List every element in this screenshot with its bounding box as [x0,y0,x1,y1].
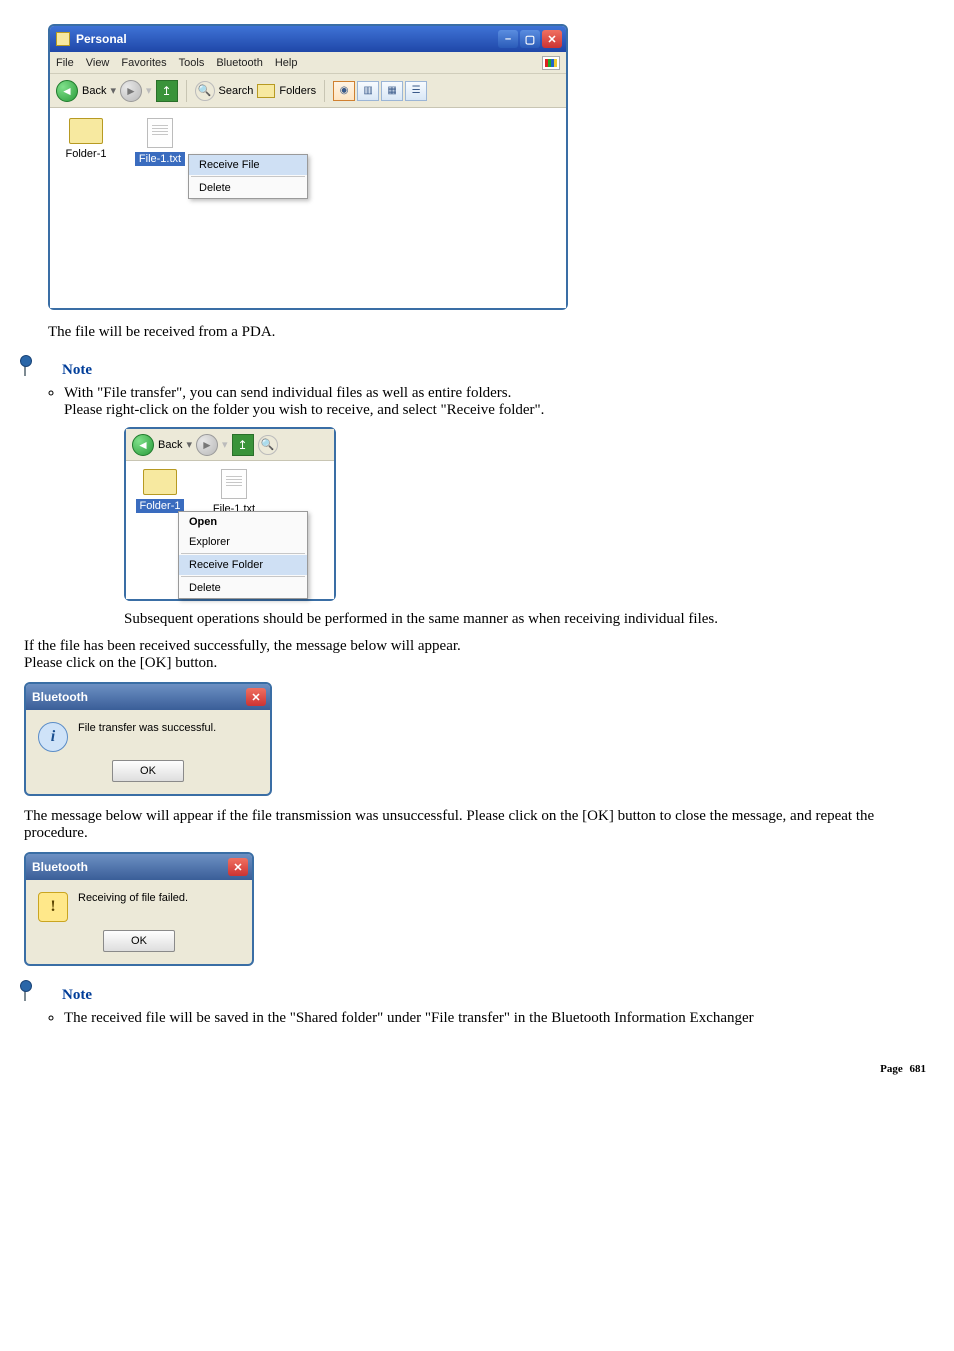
context-menu: Receive File Delete [188,154,308,199]
close-button[interactable]: ✕ [228,858,248,876]
view-btn-2[interactable]: ▥ [357,81,379,101]
menu-bar: File View Favorites Tools Bluetooth Help [50,52,566,74]
item-label: File-1.txt [135,152,185,166]
note-list: With "File transfer", you can send indiv… [64,385,930,628]
file-icon [221,469,247,499]
titlebar: Personal – ▢ ✕ [50,26,566,52]
file-list: Folder-1 Open Explorer Receive Folder De… [126,461,334,599]
list-item[interactable]: Folder-1 [62,118,110,160]
ok-button[interactable]: OK [112,760,184,782]
menu-item-receive-file[interactable]: Receive File [189,155,307,175]
note-text: With "File transfer", you can send indiv… [64,385,511,401]
menu-item-explorer[interactable]: Explorer [179,532,307,552]
menu-item[interactable]: File [56,57,74,69]
search-icon[interactable]: 🔍 [195,81,215,101]
toolbar: ◄ Back ▾ ► ▾ ↥ 🔍 [126,429,334,461]
menu-item-receive-folder[interactable]: Receive Folder [179,555,307,575]
view-btn-1[interactable]: ◉ [333,81,355,101]
dialog-title: Bluetooth [32,690,88,704]
close-button[interactable]: ✕ [542,30,562,48]
note-heading: Note [24,984,930,1006]
note-list-item: The received file will be saved in the "… [64,1010,930,1027]
note-label: Note [62,362,92,379]
back-button[interactable]: ◄ [56,80,78,102]
note-icon [24,359,52,381]
note-icon [24,984,52,1006]
windows-flag-icon [542,56,560,70]
ok-button[interactable]: OK [103,930,175,952]
folder-icon [69,118,103,144]
folder-icon [56,32,70,46]
menu-item[interactable]: View [86,57,110,69]
note-label: Note [62,987,92,1004]
forward-button[interactable]: ► [196,434,218,456]
titlebar: Bluetooth ✕ [26,684,270,710]
search-icon[interactable]: 🔍 [258,435,278,455]
close-button[interactable]: ✕ [246,688,266,706]
window-title: Personal [76,32,127,46]
maximize-button[interactable]: ▢ [520,30,540,48]
item-label: Folder-1 [66,148,107,160]
note-text: Please right-click on the folder you wis… [64,402,544,418]
paragraph: If the file has been received successful… [24,638,930,672]
up-button[interactable]: ↥ [232,434,254,456]
menu-item-open[interactable]: Open [179,512,307,532]
dialog-message: Receiving of file failed. [78,892,188,904]
menu-item-delete[interactable]: Delete [189,178,307,198]
list-item[interactable]: Folder-1 Open Explorer Receive Folder De… [136,469,184,513]
forward-button[interactable]: ► [120,80,142,102]
explorer-small-window: ◄ Back ▾ ► ▾ ↥ 🔍 Folder-1 Open Explorer [124,427,336,601]
dialog-success: Bluetooth ✕ i File transfer was successf… [24,682,272,796]
search-label[interactable]: Search [219,85,254,97]
page-footer: Page 681 [24,1063,930,1075]
page-label: Page [880,1063,903,1075]
view-buttons: ◉ ▥ ▦ ☰ [333,81,427,101]
back-button[interactable]: ◄ [132,434,154,456]
menu-item[interactable]: Help [275,57,298,69]
paragraph: The file will be received from a PDA. [48,324,930,341]
warning-icon: ! [38,892,68,922]
page-number: 681 [910,1063,927,1075]
list-item[interactable]: File-1.txt [210,469,258,515]
list-item[interactable]: File-1.txt Receive File Delete [136,118,184,166]
note-heading: Note [24,359,930,381]
back-label: Back [158,439,182,451]
view-btn-4[interactable]: ☰ [405,81,427,101]
dialog-message: File transfer was successful. [78,722,216,734]
dialog-fail: Bluetooth ✕ ! Receiving of file failed. … [24,852,254,966]
view-btn-3[interactable]: ▦ [381,81,403,101]
minimize-button[interactable]: – [498,30,518,48]
menu-item-delete[interactable]: Delete [179,578,307,598]
folders-icon[interactable] [257,84,275,98]
file-icon [147,118,173,148]
menu-item[interactable]: Bluetooth [216,57,262,69]
paragraph: The message below will appear if the fil… [24,808,930,842]
back-label: Back [82,85,106,97]
folder-icon [143,469,177,495]
dialog-title: Bluetooth [32,860,88,874]
context-menu: Open Explorer Receive Folder Delete [178,511,308,599]
toolbar: ◄ Back ▾ ► ▾ ↥ 🔍 Search Folders ◉ ▥ ▦ ☰ [50,74,566,108]
titlebar: Bluetooth ✕ [26,854,252,880]
explorer-window: Personal – ▢ ✕ File View Favorites Tools… [48,24,568,310]
paragraph: Subsequent operations should be performe… [124,611,930,628]
up-button[interactable]: ↥ [156,80,178,102]
menu-item[interactable]: Tools [179,57,205,69]
folders-label[interactable]: Folders [279,85,316,97]
menu-item[interactable]: Favorites [121,57,166,69]
note-list: The received file will be saved in the "… [64,1010,930,1027]
file-list: Folder-1 File-1.txt Receive File Delete [50,108,566,308]
info-icon: i [38,722,68,752]
note-list-item: With "File transfer", you can send indiv… [64,385,930,628]
